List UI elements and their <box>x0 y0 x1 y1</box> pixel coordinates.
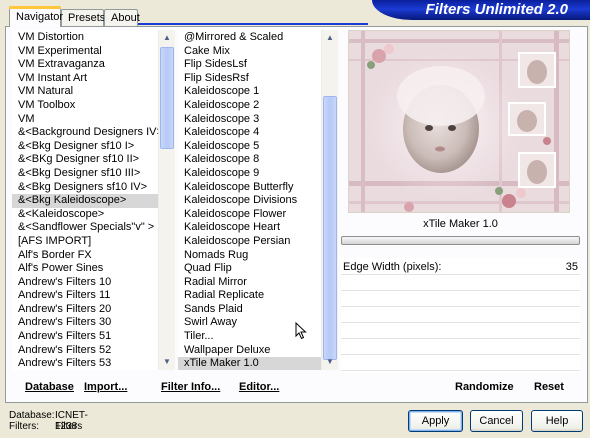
category-list-item[interactable]: VM Distortion <box>12 31 158 45</box>
status-database: Database: ICNET-Filters <box>9 410 88 432</box>
scroll-thumb[interactable] <box>160 47 174 149</box>
filter-list-item[interactable]: Wallpaper Deluxe <box>178 344 321 358</box>
filter-list-item[interactable]: Kaleidoscope Heart <box>178 221 321 235</box>
category-list-item[interactable]: &<Background Designers IV> <box>12 126 158 140</box>
status-database-label: Database: <box>9 410 55 421</box>
filter-list-item[interactable]: Flip SidesLsf <box>178 58 321 72</box>
param-row-empty <box>341 276 580 291</box>
category-list-item[interactable]: Andrew's Filters 20 <box>12 303 158 317</box>
filter-list-item[interactable]: Kaleidoscope 4 <box>178 126 321 140</box>
filter-list-item[interactable]: Radial Replicate <box>178 289 321 303</box>
selected-filter-name: xTile Maker 1.0 <box>423 218 498 230</box>
category-list-item[interactable]: &<Sandflower Specials"v" > <box>12 221 158 235</box>
scroll-up-icon[interactable]: ▲ <box>159 30 175 46</box>
filter-list-item[interactable]: Kaleidoscope 9 <box>178 167 321 181</box>
filter-list-item[interactable]: Kaleidoscope 8 <box>178 153 321 167</box>
category-list-item[interactable]: Andrew's Filters 30 <box>12 316 158 330</box>
filter-list-item[interactable]: Flip SidesRsf <box>178 72 321 86</box>
param-value[interactable]: 35 <box>566 261 578 273</box>
tab-navigator[interactable]: Navigator <box>9 6 63 27</box>
category-list-item[interactable]: [AFS IMPORT] <box>12 235 158 249</box>
filter-list-item[interactable]: Kaleidoscope 1 <box>178 85 321 99</box>
filter-list-item[interactable]: Sands Plaid <box>178 303 321 317</box>
category-list-item[interactable]: Andrew's Filters 52 <box>12 344 158 358</box>
param-row-empty <box>341 356 580 371</box>
category-list-item[interactable]: Andrew's Filters 53 <box>12 357 158 370</box>
title-stripe <box>138 23 368 25</box>
preview-image <box>348 30 570 213</box>
filter-list-item[interactable]: Kaleidoscope Persian <box>178 235 321 249</box>
scroll-thumb[interactable] <box>323 96 337 360</box>
category-list-item[interactable]: Andrew's Filters 11 <box>12 289 158 303</box>
category-list-item[interactable]: &<BKg Designer sf10 II> <box>12 153 158 167</box>
editor-button[interactable]: Editor... <box>239 381 279 393</box>
cancel-button[interactable]: Cancel <box>470 410 523 432</box>
mouse-cursor-icon <box>295 322 307 340</box>
progress-bar <box>341 236 580 245</box>
filter-list-item[interactable]: Radial Mirror <box>178 276 321 290</box>
category-list-item[interactable]: Andrew's Filters 10 <box>12 276 158 290</box>
app-title: Filters Unlimited 2.0 <box>372 0 590 20</box>
filter-list-item[interactable]: Kaleidoscope Flower <box>178 208 321 222</box>
category-list[interactable]: VM Distortion VM Experimental VM Extravaga… <box>12 30 158 370</box>
filter-info-button[interactable]: Filter Info... <box>161 381 220 393</box>
randomize-button[interactable]: Randomize <box>455 381 514 393</box>
filter-list-item[interactable]: Nomads Rug <box>178 249 321 263</box>
filter-list-item[interactable]: xTile Maker 1.0 <box>178 357 321 370</box>
scroll-down-icon[interactable]: ▼ <box>159 354 175 370</box>
status-filters-value: 1238 <box>55 421 78 432</box>
database-button[interactable]: Database <box>25 381 74 393</box>
param-row-empty <box>341 292 580 307</box>
param-row-empty <box>341 340 580 355</box>
category-list-item[interactable]: Alf's Border FX <box>12 249 158 263</box>
category-list-item[interactable]: VM <box>12 113 158 127</box>
param-label: Edge Width (pixels): <box>343 261 442 273</box>
category-list-item[interactable]: VM Natural <box>12 85 158 99</box>
filter-list-item[interactable]: Kaleidoscope 2 <box>178 99 321 113</box>
tab-about[interactable]: About <box>104 9 140 26</box>
scroll-up-icon[interactable]: ▲ <box>322 30 338 46</box>
category-list-item[interactable]: &<Kaleidoscope> <box>12 208 158 222</box>
apply-button[interactable]: Apply <box>408 410 463 432</box>
filter-list-item[interactable]: Quad Flip <box>178 262 321 276</box>
import-button[interactable]: Import... <box>84 381 127 393</box>
category-list-item[interactable]: Andrew's Filters 51 <box>12 330 158 344</box>
filter-list-item[interactable]: @Mirrored & Scaled <box>178 31 321 45</box>
param-row-empty <box>341 324 580 339</box>
tab-presets[interactable]: Presets <box>61 9 105 26</box>
filter-list-item[interactable]: Cake Mix <box>178 45 321 59</box>
reset-button[interactable]: Reset <box>534 381 564 393</box>
category-list-item[interactable]: VM Experimental <box>12 45 158 59</box>
category-list-item[interactable]: VM Extravaganza <box>12 58 158 72</box>
scroll-down-icon[interactable]: ▼ <box>322 354 338 370</box>
filter-scrollbar[interactable]: ▲ ▼ <box>321 30 338 370</box>
category-list-item[interactable]: &<Bkg Designers sf10 IV> <box>12 181 158 195</box>
filter-list-item[interactable]: Kaleidoscope 5 <box>178 140 321 154</box>
param-row-empty <box>341 308 580 323</box>
category-list-item[interactable]: &<Bkg Kaleidoscope> <box>12 194 158 208</box>
filter-list-item[interactable]: Kaleidoscope Divisions <box>178 194 321 208</box>
category-list-item[interactable]: VM Toolbox <box>12 99 158 113</box>
filter-list-item[interactable]: Kaleidoscope Butterfly <box>178 181 321 195</box>
status-filters-label: Filters: <box>9 421 39 432</box>
category-list-item[interactable]: &<Bkg Designer sf10 III> <box>12 167 158 181</box>
help-button[interactable]: Help <box>531 410 583 432</box>
category-list-item[interactable]: Alf's Power Sines <box>12 262 158 276</box>
filter-list[interactable]: @Mirrored & Scaled Cake Mix Flip SidesLsf F… <box>178 30 321 370</box>
filter-list-item[interactable]: Kaleidoscope 3 <box>178 113 321 127</box>
category-list-item[interactable]: VM Instant Art <box>12 72 158 86</box>
status-filters: Filters: 1238 <box>9 421 77 432</box>
category-list-item[interactable]: &<Bkg Designer sf10 I> <box>12 140 158 154</box>
category-scrollbar[interactable]: ▲ ▼ <box>158 30 175 370</box>
param-row-edge-width[interactable]: Edge Width (pixels): 35 <box>341 260 580 275</box>
